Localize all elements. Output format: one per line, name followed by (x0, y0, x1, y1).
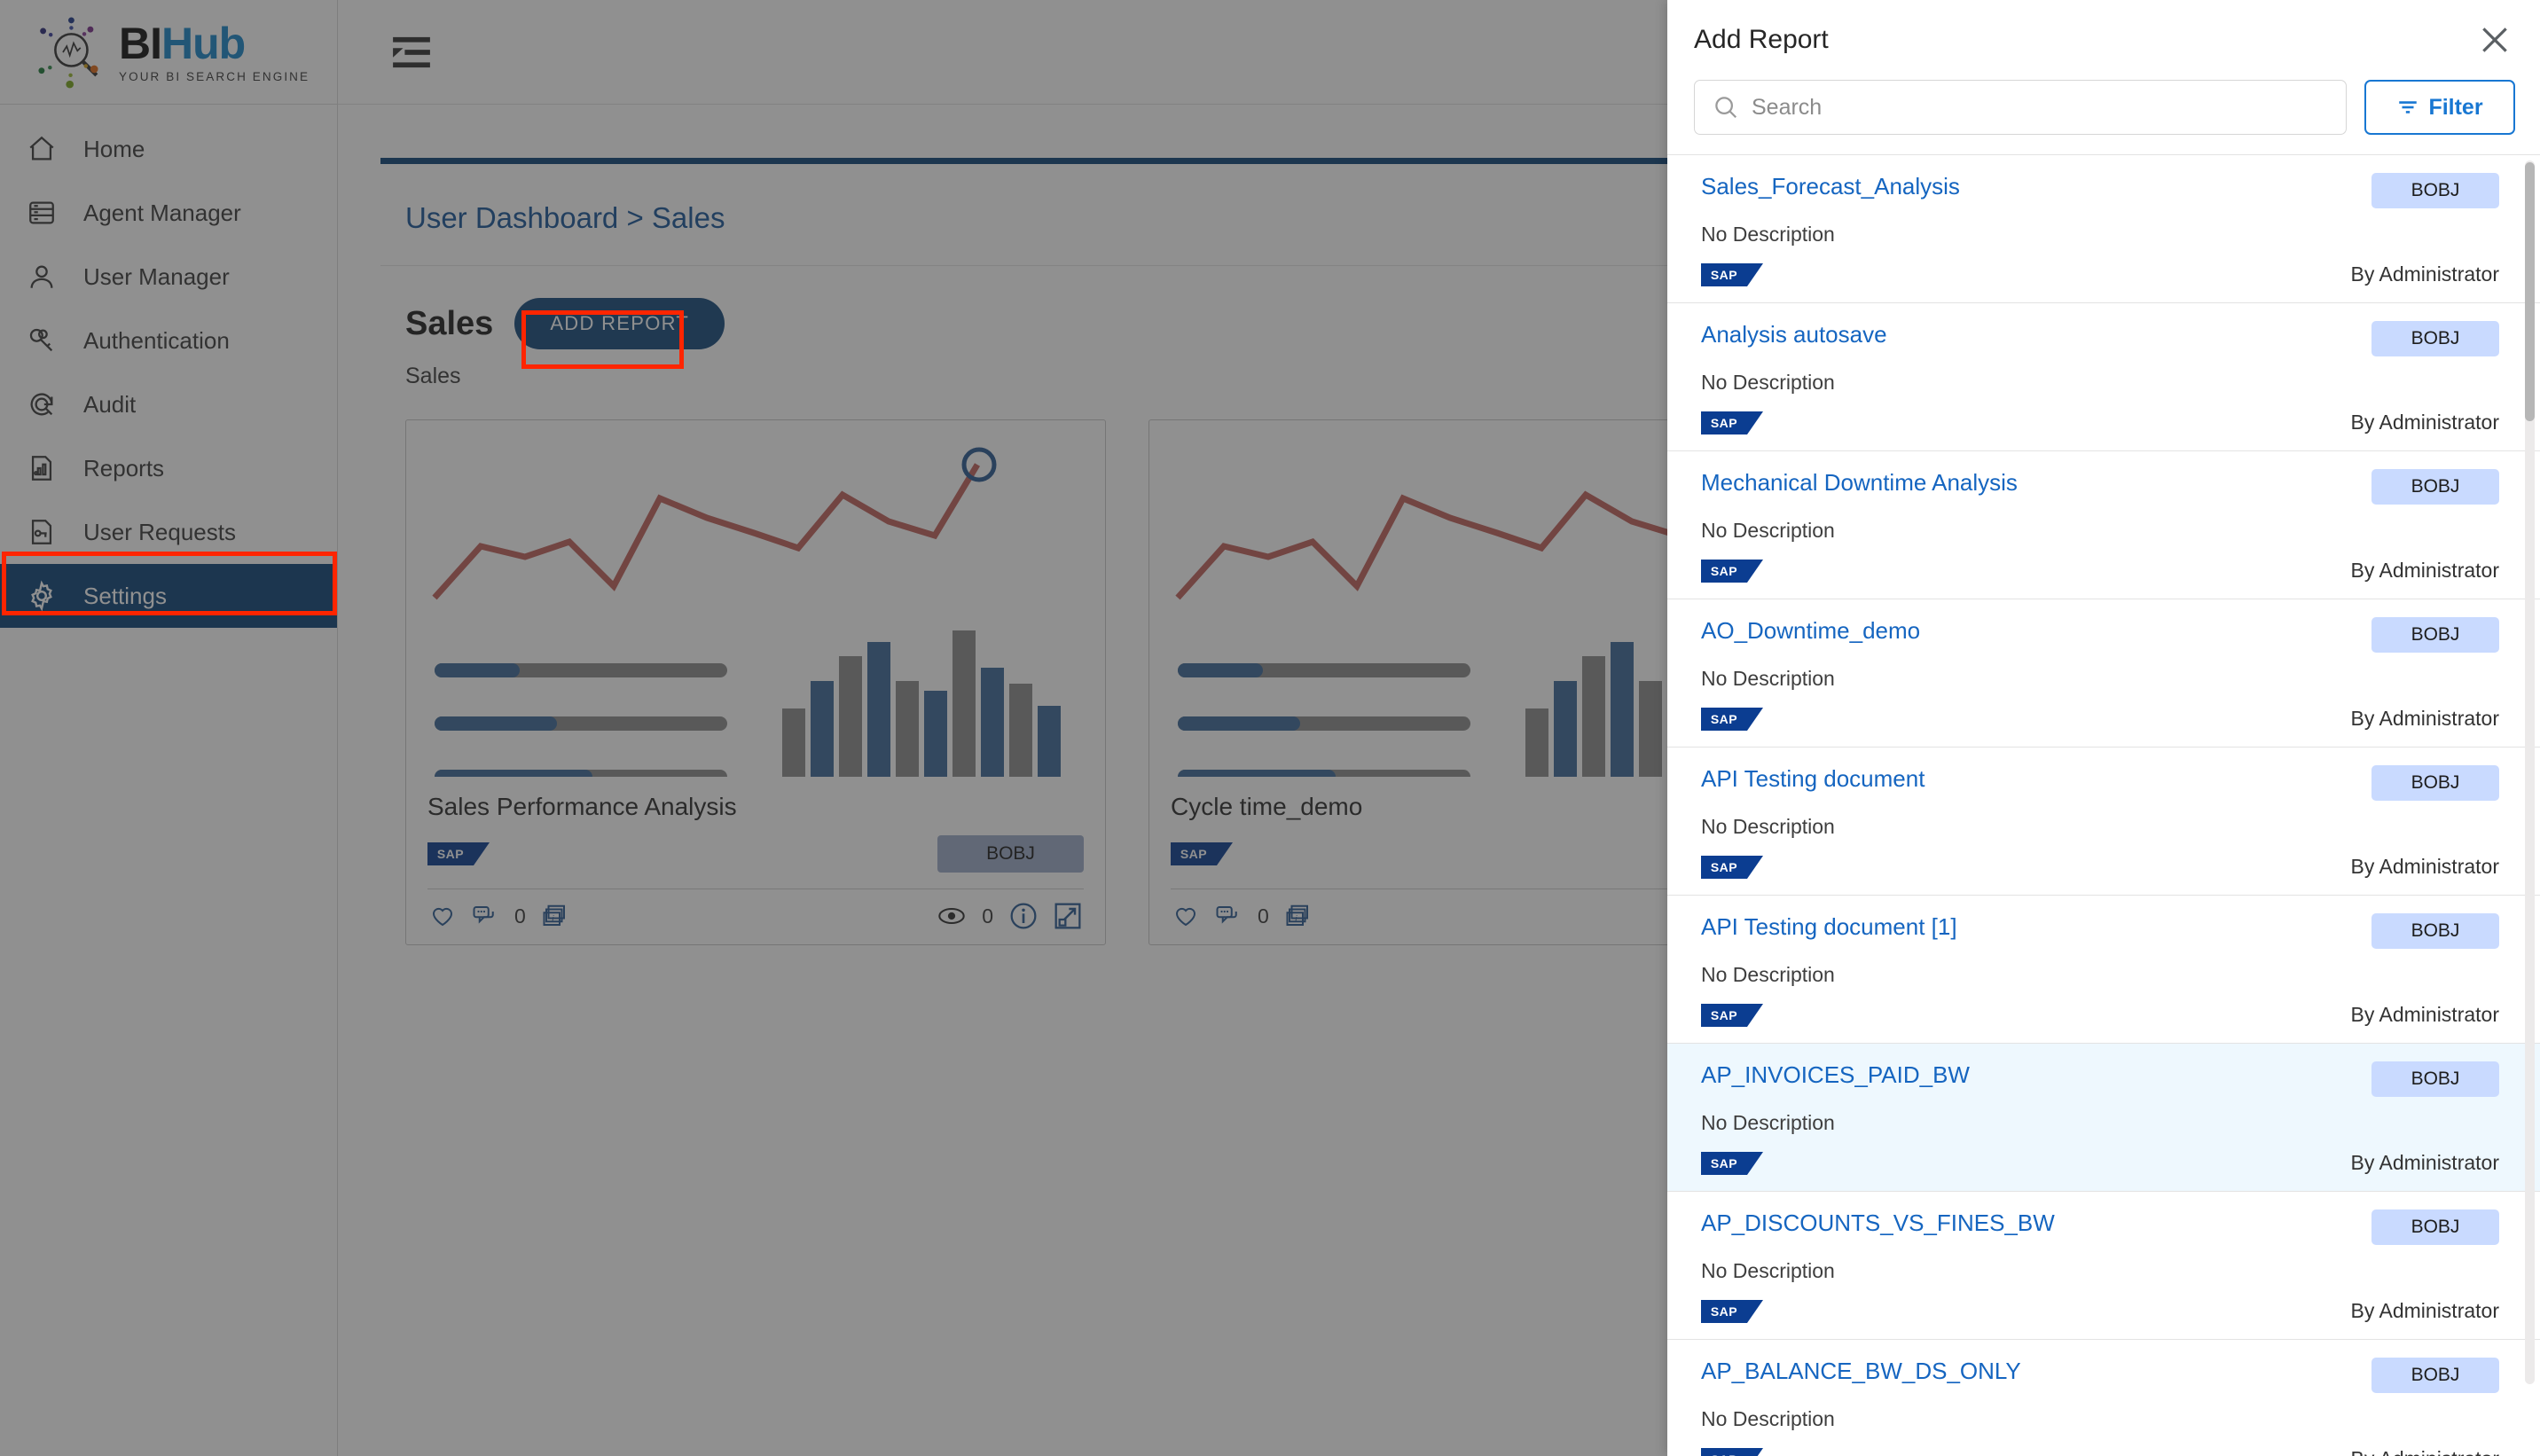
report-item-author: By Administrator (2350, 855, 2499, 878)
sap-logo-text: SAP (1710, 711, 1738, 726)
sap-logo-icon: SAP (1701, 1299, 1763, 1323)
report-item-author: By Administrator (2350, 1003, 2499, 1026)
report-item-description: No Description (1701, 371, 1835, 394)
report-item-name[interactable]: Sales_Forecast_Analysis (1701, 173, 1960, 200)
report-item-top: AP_DISCOUNTS_VS_FINES_BW BOBJ (1701, 1209, 2499, 1245)
report-item-badge: BOBJ (2371, 1358, 2499, 1393)
report-item-name[interactable]: AO_Downtime_demo (1701, 617, 1920, 645)
sap-logo-icon: SAP (1701, 1447, 1763, 1456)
report-item-badge: BOBJ (2371, 1209, 2499, 1245)
report-item-badge: BOBJ (2371, 321, 2499, 356)
search-input[interactable] (1752, 94, 2328, 121)
report-item-badge: BOBJ (2371, 469, 2499, 505)
report-item-description: No Description (1701, 963, 1835, 986)
report-item-bottom: SAP By Administrator (1701, 395, 2499, 434)
report-item-name[interactable]: AP_DISCOUNTS_VS_FINES_BW (1701, 1209, 2055, 1237)
sap-logo-text: SAP (1710, 1155, 1738, 1170)
filter-icon (2399, 101, 2418, 114)
report-list-item[interactable]: AO_Downtime_demo BOBJ No Description SAP By … (1667, 599, 2540, 748)
modal-dim-overlay[interactable] (0, 0, 1667, 1456)
report-item-description: No Description (1701, 1407, 1835, 1430)
report-list-item[interactable]: AP_INVOICES_PAID_BW BOBJ No Description SAP… (1667, 1044, 2540, 1192)
report-item-description: No Description (1701, 667, 1835, 690)
report-item-top: Analysis autosave BOBJ (1701, 321, 2499, 356)
report-list-item[interactable]: AP_DISCOUNTS_VS_FINES_BW BOBJ No Descripti… (1667, 1192, 2540, 1340)
report-item-author: By Administrator (2350, 559, 2499, 582)
report-item-top: AP_BALANCE_BW_DS_ONLY BOBJ (1701, 1358, 2499, 1393)
report-item-badge: BOBJ (2371, 913, 2499, 949)
sap-logo-icon: SAP (1701, 262, 1763, 286)
report-list-item[interactable]: API Testing document [1] BOBJ No Descripti… (1667, 896, 2540, 1044)
report-item-name[interactable]: API Testing document [1] (1701, 913, 1957, 941)
drawer-title: Add Report (1694, 25, 1829, 54)
report-item-name[interactable]: Mechanical Downtime Analysis (1701, 469, 2018, 497)
report-list-item[interactable]: Analysis autosave BOBJ No Description SAP By… (1667, 303, 2540, 451)
report-item-name[interactable]: Analysis autosave (1701, 321, 1887, 348)
report-item-author: By Administrator (2350, 707, 2499, 730)
sap-logo-icon: SAP (1701, 707, 1763, 731)
sap-logo-text: SAP (1710, 859, 1738, 874)
drawer-header: Add Report (1667, 0, 2540, 57)
report-item-bottom: SAP By Administrator (1701, 1135, 2499, 1175)
drawer-search-row: Filter (1667, 57, 2540, 154)
report-item-top: AP_INVOICES_PAID_BW BOBJ (1701, 1061, 2499, 1097)
sap-logo-icon: SAP (1701, 1151, 1763, 1175)
report-item-bottom: SAP By Administrator (1701, 1431, 2499, 1456)
report-list-item[interactable]: AP_BALANCE_BW_DS_ONLYBOBJNo DescriptionS… (1667, 1340, 2540, 1456)
report-item-author: By Administrator (2351, 1447, 2499, 1456)
report-item-author: By Administrator (2350, 262, 2499, 286)
close-icon[interactable] (2478, 23, 2512, 57)
report-item-description: No Description (1701, 1111, 1835, 1134)
report-list-wrapper: Sales_Forecast_Analysis BOBJ No Descriptio… (1667, 154, 2540, 1456)
report-item-description: No Description (1701, 223, 1835, 246)
report-item-description: No Description (1701, 519, 1835, 542)
filter-button-label: Filter (2428, 94, 2483, 120)
report-item-top: API Testing document [1] BOBJ (1701, 913, 2499, 949)
sap-logo-text: SAP (1701, 1448, 1747, 1456)
report-list-item[interactable]: API Testing document BOBJ No Description SA… (1667, 748, 2540, 896)
sap-logo-text: SAP (1710, 267, 1738, 282)
report-item-bottom: SAP By Administrator (1701, 543, 2499, 583)
report-list: Sales_Forecast_Analysis BOBJ No Descriptio… (1667, 155, 2540, 1456)
report-item-top: Mechanical Downtime Analysis BOBJ (1701, 469, 2499, 505)
report-item-bottom: SAP By Administrator (1701, 247, 2499, 286)
report-item-author: By Administrator (2350, 411, 2499, 434)
search-box[interactable] (1694, 80, 2347, 135)
report-list-item[interactable]: Sales_Forecast_Analysis BOBJ No Descriptio… (1667, 155, 2540, 303)
sap-logo-icon: SAP (1701, 1003, 1763, 1027)
sap-logo-text: SAP (1710, 415, 1738, 430)
report-item-bottom: SAP By Administrator (1701, 987, 2499, 1027)
report-item-description: No Description (1701, 1259, 1835, 1282)
report-item-bottom: SAP By Administrator (1701, 839, 2499, 879)
search-icon (1715, 97, 1737, 119)
report-item-top: AO_Downtime_demo BOBJ (1701, 617, 2499, 653)
report-item-badge: BOBJ (2371, 765, 2499, 801)
report-list-item[interactable]: Mechanical Downtime Analysis BOBJ No Descr… (1667, 451, 2540, 599)
report-item-description: No Description (1701, 815, 1835, 838)
report-item-bottom: SAP By Administrator (1701, 1283, 2499, 1323)
sap-logo-icon: SAP (1701, 411, 1763, 434)
report-item-badge: BOBJ (2371, 173, 2499, 208)
report-item-author: By Administrator (2350, 1299, 2499, 1322)
report-item-badge: BOBJ (2371, 617, 2499, 653)
report-item-name[interactable]: API Testing document (1701, 765, 1925, 793)
report-item-author: By Administrator (2350, 1151, 2499, 1174)
report-item-top: Sales_Forecast_Analysis BOBJ (1701, 173, 2499, 208)
sap-logo-text: SAP (1710, 563, 1738, 578)
sap-logo-icon: SAP (1701, 559, 1763, 583)
report-item-top: API Testing document BOBJ (1701, 765, 2499, 801)
filter-button[interactable]: Filter (2364, 80, 2515, 135)
sap-logo-text: SAP (1710, 1303, 1738, 1319)
report-item-name[interactable]: AP_BALANCE_BW_DS_ONLY (1701, 1358, 2021, 1385)
sap-logo-text: SAP (1710, 1007, 1738, 1022)
scrollbar-thumb[interactable] (2525, 162, 2535, 421)
report-item-badge: BOBJ (2371, 1061, 2499, 1097)
sap-logo-icon: SAP (1701, 855, 1763, 879)
report-item-name[interactable]: AP_INVOICES_PAID_BW (1701, 1061, 1970, 1089)
add-report-drawer: Add Report Filter (1667, 0, 2540, 1456)
report-item-bottom: SAP By Administrator (1701, 691, 2499, 731)
